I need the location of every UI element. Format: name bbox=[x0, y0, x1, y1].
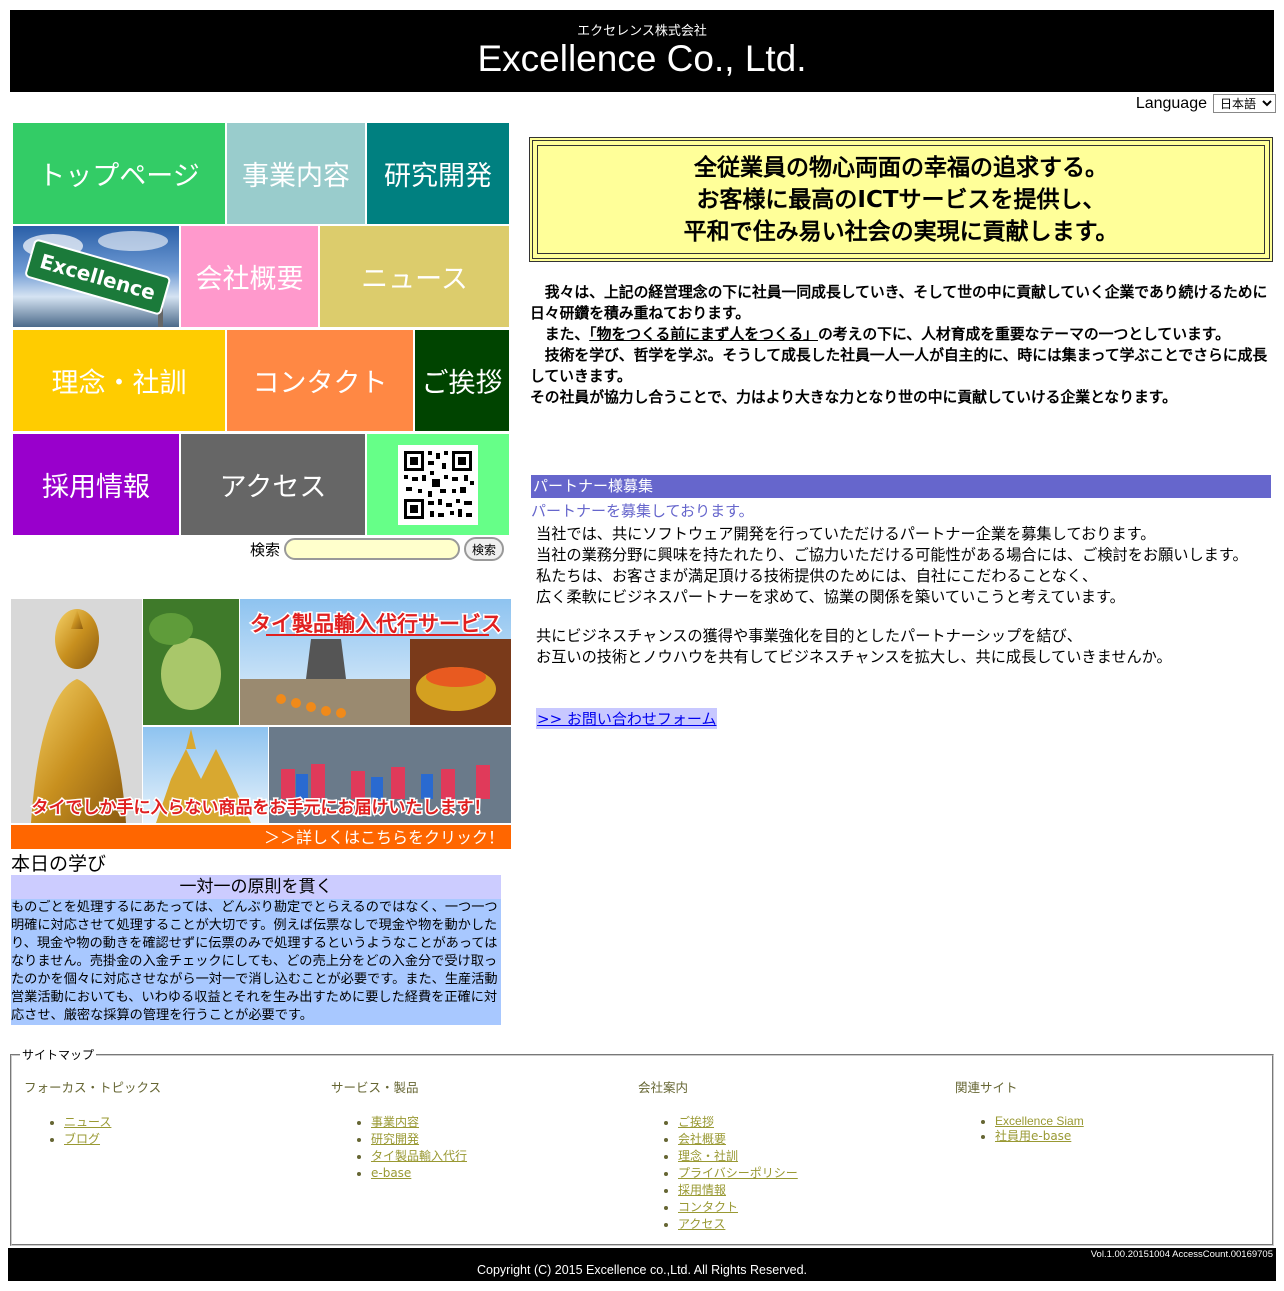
svg-text:＞＞詳しくはこちらをクリック！: ＞＞詳しくはこちらをクリック！ bbox=[264, 828, 504, 847]
philosophy-text: 我々は、上記の経営理念の下に社員一同成長していき、そして世の中に貢献していく企業… bbox=[530, 282, 1268, 408]
sitemap-link-privacy[interactable]: プライバシーポリシー bbox=[678, 1166, 798, 1180]
sitemap-link-thai-import[interactable]: タイ製品輸入代行 bbox=[371, 1149, 467, 1163]
sitemap-column-title: フォーカス・トピックス bbox=[24, 1080, 162, 1095]
tile-recruit[interactable]: 採用情報 bbox=[13, 434, 179, 535]
partner-paragraph: 当社では、共にソフトウェア開発を行っていただけるパートナー企業を募集しております… bbox=[536, 525, 1156, 543]
header-title: Excellence Co., Ltd. bbox=[477, 38, 807, 79]
sitemap-link-access[interactable]: アクセス bbox=[678, 1217, 725, 1231]
sitemap-link-contact[interactable]: コンタクト bbox=[678, 1200, 738, 1214]
tile-greeting[interactable]: ご挨拶 bbox=[415, 330, 509, 431]
philosophy-paragraph-1: 我々は、上記の経営理念の下に社員一同成長していき、そして世の中に貢献していく企業… bbox=[530, 284, 1268, 322]
sitemap-link-company[interactable]: 会社概要 bbox=[678, 1132, 726, 1146]
sitemap-link-research[interactable]: 研究開発 bbox=[371, 1132, 419, 1146]
tile-qr-code[interactable] bbox=[367, 434, 509, 535]
sitemap-column-related: 関連サイト Excellence Siam 社員用e-base bbox=[955, 1077, 1084, 1145]
svg-text:タイ製品輸入代行サービス: タイ製品輸入代行サービス bbox=[250, 612, 502, 636]
tile-news[interactable]: ニュース bbox=[320, 226, 509, 327]
sitemap-link-blog[interactable]: ブログ bbox=[64, 1132, 100, 1146]
partner-paragraph: お互いの技術とノウハウを共有してビジネスチャンスを拡大し、共に成長していきません… bbox=[536, 648, 1172, 666]
search-bar: 検索 検索 bbox=[250, 537, 505, 561]
lesson-title: 一対一の原則を貫く bbox=[11, 875, 501, 899]
sitemap-link-philosophy[interactable]: 理念・社訓 bbox=[678, 1149, 738, 1163]
lesson-body: ものごとを処理するにあたっては、どんぶり勘定でとらえるのではなく、一つ一つ明確に… bbox=[11, 900, 498, 1023]
sitemap-column-title: 会社案内 bbox=[638, 1080, 689, 1095]
excellence-sign-icon: Excellence bbox=[23, 231, 171, 327]
tile-company[interactable]: 会社概要 bbox=[181, 226, 318, 327]
philosophy-quote: 「物をつくる前にまず人をつくる」 bbox=[589, 326, 818, 343]
motto-line-2: お客様に最高のICTサービスを提供し、 bbox=[696, 186, 1106, 213]
sitemap-link-excellence-siam[interactable]: Excellence Siam bbox=[995, 1114, 1084, 1128]
copyright: Copyright (C) 2015 Excellence co.,Ltd. A… bbox=[476, 1263, 808, 1277]
thai-collage-image: タイ製品輸入代行サービス タイでしか手に入らない商品をお手元にお届けいたします！… bbox=[11, 599, 511, 849]
lesson-box: 一対一の原則を貫く ものごとを処理するにあたっては、どんぶり勘定でとらえるのでは… bbox=[11, 875, 501, 1025]
tile-business[interactable]: 事業内容 bbox=[227, 123, 365, 224]
sitemap-column-company: 会社案内 ご挨拶 会社概要 理念・社訓 プライバシーポリシー 採用情報 コンタク… bbox=[638, 1077, 798, 1233]
thai-import-banner[interactable]: タイ製品輸入代行サービス タイでしか手に入らない商品をお手元にお届けいたします！… bbox=[11, 599, 511, 849]
lesson-heading: 本日の学び bbox=[11, 853, 107, 875]
sitemap-link-business[interactable]: 事業内容 bbox=[371, 1115, 419, 1129]
partner-paragraph: 広く柔軟にビジネスパートナーを求めて、協業の関係を築いていこうと考えています。 bbox=[536, 588, 1125, 606]
sitemap-column-services: サービス・製品 事業内容 研究開発 タイ製品輸入代行 e-base bbox=[331, 1077, 467, 1182]
tile-research[interactable]: 研究開発 bbox=[367, 123, 509, 224]
language-select[interactable]: 日本語 bbox=[1213, 94, 1276, 113]
qr-code-icon bbox=[398, 444, 478, 525]
sitemap-link-recruit[interactable]: 採用情報 bbox=[678, 1183, 726, 1197]
contact-form-link[interactable]: >> お問い合わせフォーム bbox=[536, 708, 718, 729]
header-subtitle: エクセレンス株式会社 bbox=[577, 24, 707, 39]
search-input[interactable] bbox=[284, 538, 461, 560]
partner-paragraph: 当社の業務分野に興味を持たれたり、ご協力いただける可能性がある場合には、ご検討を… bbox=[536, 546, 1248, 564]
sitemap-link-greeting[interactable]: ご挨拶 bbox=[678, 1115, 714, 1129]
sitemap-link-employee-ebase[interactable]: 社員用e-base bbox=[995, 1129, 1071, 1143]
search-label: 検索 bbox=[250, 540, 281, 559]
sitemap-legend: サイトマップ bbox=[22, 1048, 95, 1062]
sitemap-link-news[interactable]: ニュース bbox=[64, 1115, 111, 1129]
tile-contact[interactable]: コンタクト bbox=[227, 330, 413, 431]
language-label: Language bbox=[1135, 94, 1207, 112]
partner-paragraph: 私たちは、お客さまが満足頂ける技術提供のためには、自社にこだわることなく、 bbox=[536, 567, 1098, 585]
sitemap-column-title: 関連サイト bbox=[955, 1080, 1018, 1095]
sitemap-column-topics: フォーカス・トピックス ニュース ブログ bbox=[24, 1077, 161, 1148]
language-selector: Language 日本語 bbox=[1136, 94, 1276, 113]
motto-line-1: 全従業員の物心両面の幸福の追求する。 bbox=[694, 154, 1108, 181]
sitemap: サイトマップ フォーカス・トピックス ニュース ブログ サービス・製品 事業内容… bbox=[10, 1046, 1274, 1246]
sitemap-link-ebase[interactable]: e-base bbox=[371, 1166, 411, 1180]
company-motto: 全従業員の物心両面の幸福の追求する。 お客様に最高のICTサービスを提供し、 平… bbox=[529, 137, 1273, 262]
sitemap-column-title: サービス・製品 bbox=[331, 1080, 419, 1095]
svg-text:タイでしか手に入らない商品をお手元にお届けいたします！: タイでしか手に入らない商品をお手元にお届けいたします！ bbox=[32, 797, 491, 818]
site-header: エクセレンス株式会社 Excellence Co., Ltd. bbox=[10, 10, 1274, 92]
partner-paragraph: 共にビジネスチャンスの獲得や事業強化を目的としたパートナーシップを結び、 bbox=[536, 627, 1082, 645]
tile-access[interactable]: アクセス bbox=[181, 434, 365, 535]
tile-top-page[interactable]: トップページ bbox=[13, 123, 225, 224]
partner-heading: パートナー様募集 bbox=[531, 475, 1271, 498]
philosophy-paragraph-3: 技術を学び、哲学を学ぶ。そうして成長した社員一人一人が自主的に、時には集まって学… bbox=[530, 347, 1268, 385]
site-footer: Vol.1.00.20151004 AccessCount.00169705 C… bbox=[8, 1248, 1276, 1281]
philosophy-paragraph-2: また、「物をつくる前にまず人をつくる」の考えの下に、人材育成を重要なテーマの一つ… bbox=[530, 326, 1230, 343]
version-counter: Vol.1.00.20151004 AccessCount.00169705 bbox=[1090, 1249, 1273, 1260]
partner-subheading: パートナーを募集しております。 bbox=[531, 502, 754, 520]
search-button[interactable]: 検索 bbox=[464, 537, 505, 561]
tile-philosophy[interactable]: 理念・社訓 bbox=[13, 330, 225, 431]
philosophy-paragraph-4: その社員が協力し合うことで、力はより大きな力となり世の中に貢献していける企業とな… bbox=[530, 389, 1177, 406]
tile-excellence-image[interactable]: Excellence bbox=[13, 226, 179, 327]
motto-line-3: 平和で住み易い社会の実現に貢献します。 bbox=[683, 218, 1119, 245]
partner-body: 当社では、共にソフトウェア開発を行っていただけるパートナー企業を募集しております… bbox=[536, 524, 1266, 668]
